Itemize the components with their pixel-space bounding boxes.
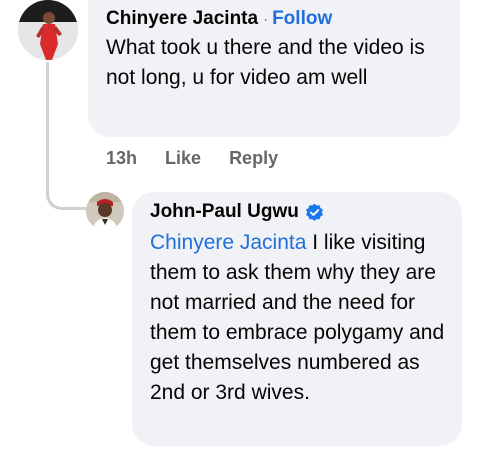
comment-thread: Chinyere Jacinta · Follow What took u th… — [0, 0, 479, 449]
profile-photo-icon — [18, 0, 78, 60]
commenter-avatar[interactable] — [18, 0, 78, 60]
comment-author-line: Chinyere Jacinta · Follow — [106, 8, 460, 30]
separator-dot: · — [263, 10, 269, 28]
comment-bubble: Chinyere Jacinta · Follow What took u th… — [88, 0, 460, 137]
reply-author-line: John-Paul Ugwu — [150, 201, 462, 223]
reply-body: I like visiting them to ask them why the… — [150, 231, 445, 404]
reply-author-name[interactable]: John-Paul Ugwu — [150, 201, 299, 223]
mention-link[interactable]: Chinyere Jacinta — [150, 231, 306, 254]
comment-actions: 13h Like Reply — [106, 148, 278, 169]
follow-button[interactable]: Follow — [272, 8, 332, 30]
thread-connector-curve — [46, 172, 86, 210]
replier-avatar[interactable] — [86, 192, 124, 230]
comment-text: What took u there and the video is not l… — [106, 36, 425, 89]
reply-bubble: John-Paul Ugwu Chinyere Jacinta I like v… — [132, 192, 462, 446]
reply-button[interactable]: Reply — [229, 148, 278, 169]
profile-photo-icon — [86, 192, 124, 230]
comment-author-name[interactable]: Chinyere Jacinta — [106, 8, 258, 30]
like-button[interactable]: Like — [165, 148, 201, 169]
reply-text: Chinyere Jacinta I like visiting them to… — [150, 228, 450, 408]
verified-badge-icon — [305, 203, 323, 221]
comment-timestamp[interactable]: 13h — [106, 148, 137, 169]
